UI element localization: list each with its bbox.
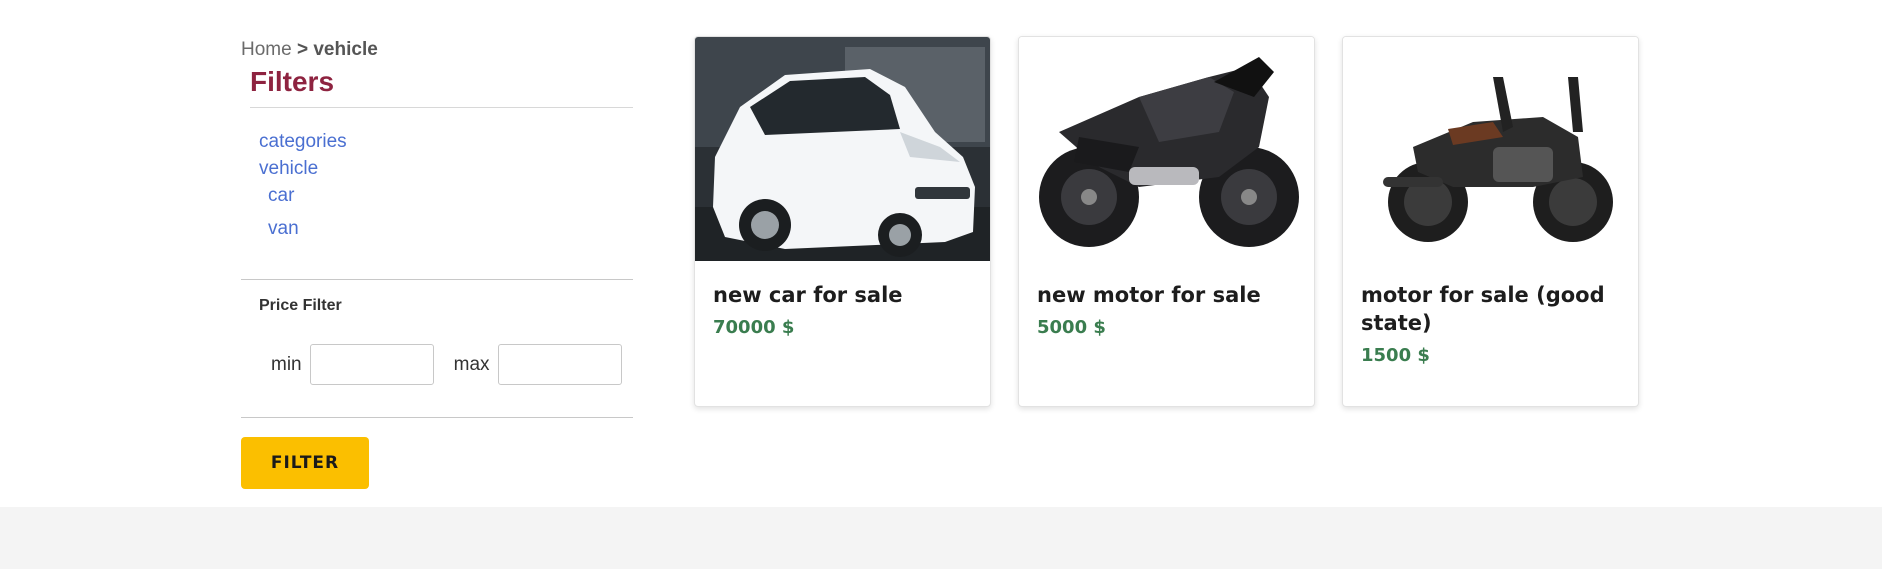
category-list: categories vehicle car van: [259, 128, 633, 242]
page: Home > vehicle Filters categories vehicl…: [0, 0, 1882, 569]
category-link-categories[interactable]: categories: [259, 128, 633, 155]
product-image-cruiser-motorcycle: [1343, 37, 1638, 261]
breadcrumb-home-link[interactable]: Home: [241, 39, 292, 60]
price-filter: Price Filter min max: [241, 280, 633, 417]
product-title[interactable]: motor for sale (good state): [1361, 281, 1620, 337]
min-price-input[interactable]: [309, 344, 434, 385]
product-price: 1500 $: [1361, 345, 1430, 366]
min-label: min: [271, 353, 302, 375]
product-price: 5000 $: [1037, 317, 1106, 338]
footer: [0, 507, 1882, 569]
product-card[interactable]: motor for sale (good state) 1500 $: [1342, 36, 1639, 407]
category-link-vehicle[interactable]: vehicle: [259, 155, 633, 182]
divider: [250, 107, 633, 108]
product-image-car: [695, 37, 990, 261]
product-image-sport-motorcycle: [1019, 37, 1314, 261]
divider: [241, 417, 633, 418]
product-title[interactable]: new car for sale: [713, 281, 972, 309]
max-price-input[interactable]: [497, 344, 622, 385]
price-filter-title: Price Filter: [259, 297, 342, 314]
price-range-row: min max: [259, 344, 633, 385]
product-card[interactable]: new car for sale 70000 $: [694, 36, 991, 407]
breadcrumb: Home > vehicle: [241, 38, 633, 62]
max-label: max: [453, 353, 490, 375]
category-link-car[interactable]: car: [259, 182, 633, 209]
filter-button[interactable]: FILTER: [241, 437, 369, 489]
breadcrumb-separator: >: [296, 39, 309, 60]
filter-sidebar: Home > vehicle Filters categories vehicl…: [241, 38, 633, 489]
product-card[interactable]: new motor for sale 5000 $: [1018, 36, 1315, 407]
breadcrumb-current: vehicle: [313, 39, 378, 60]
filters-title: Filters: [250, 66, 335, 97]
product-price: 70000 $: [713, 317, 795, 338]
product-title[interactable]: new motor for sale: [1037, 281, 1296, 309]
category-link-van[interactable]: van: [259, 215, 633, 242]
